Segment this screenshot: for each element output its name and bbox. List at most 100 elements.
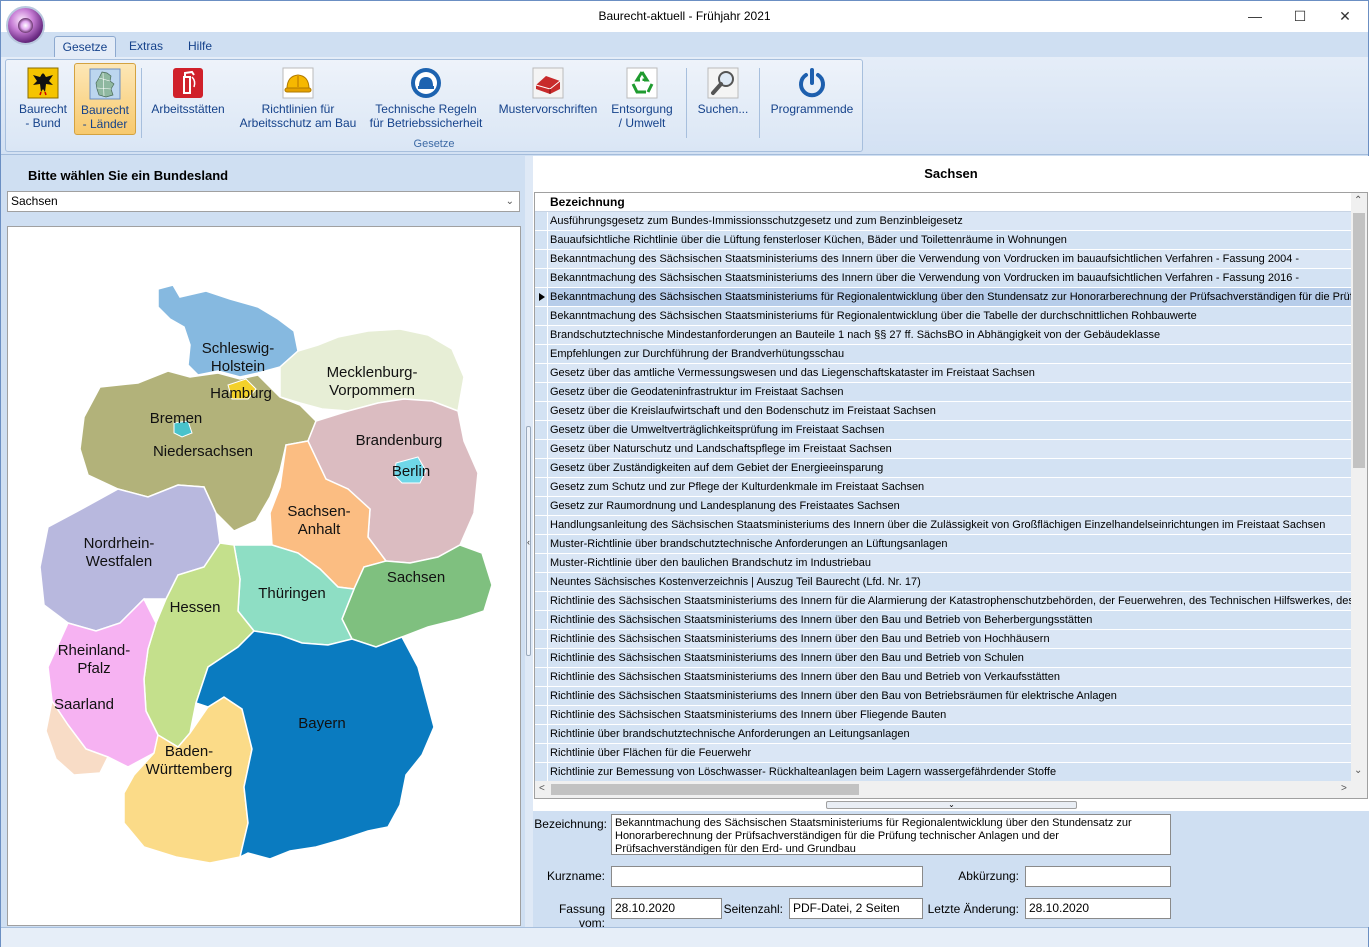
vertical-scrollbar[interactable]: ⌃ ⌄ xyxy=(1351,193,1367,781)
row-selector[interactable] xyxy=(535,212,548,230)
table-row[interactable]: Richtlinie des Sächsischen Staatsministe… xyxy=(535,592,1351,611)
row-selector[interactable] xyxy=(535,383,548,401)
row-selector[interactable] xyxy=(535,478,548,496)
table-row[interactable]: Gesetz zum Schutz und zur Pflege der Kul… xyxy=(535,478,1351,497)
table-row[interactable]: Neuntes Sächsisches Kostenverzeichnis | … xyxy=(535,573,1351,592)
row-selector[interactable] xyxy=(535,725,548,743)
table-row[interactable]: Richtlinie des Sächsischen Staatsministe… xyxy=(535,649,1351,668)
arbeitsstaetten-button[interactable]: Arbeitsstätten xyxy=(147,63,229,135)
table-row[interactable]: Richtlinie des Sächsischen Staatsministe… xyxy=(535,706,1351,725)
row-selector[interactable] xyxy=(535,250,548,268)
row-selector[interactable] xyxy=(535,687,548,705)
row-selector[interactable] xyxy=(535,231,548,249)
row-selector[interactable] xyxy=(535,668,548,686)
row-selector[interactable] xyxy=(535,402,548,420)
row-bezeichnung-cell: Richtlinie des Sächsischen Staatsministe… xyxy=(550,709,947,721)
scroll-up-icon[interactable]: ⌃ xyxy=(1354,195,1362,206)
row-selector[interactable] xyxy=(535,497,548,515)
maximize-icon[interactable]: ☐ xyxy=(1277,1,1323,32)
table-row[interactable]: Richtlinie zur Bemessung von Löschwasser… xyxy=(535,763,1351,781)
horizontal-scroll-thumb[interactable] xyxy=(551,784,859,795)
table-row[interactable]: Richtlinie über Flächen für die Feuerweh… xyxy=(535,744,1351,763)
table-row[interactable]: Gesetz zur Raumordnung und Landesplanung… xyxy=(535,497,1351,516)
column-header-bezeichnung[interactable]: Bezeichnung xyxy=(550,195,625,209)
row-pointer-icon[interactable] xyxy=(535,288,548,306)
entsorgung-button[interactable]: Entsorgung / Umwelt xyxy=(608,63,676,135)
table-row[interactable]: Ausführungsgesetz zum Bundes-Immissionss… xyxy=(535,212,1351,231)
table-row[interactable]: Gesetz über Zuständigkeiten auf dem Gebi… xyxy=(535,459,1351,478)
table-row[interactable]: Gesetz über die Umweltverträglichkeitspr… xyxy=(535,421,1351,440)
row-selector[interactable] xyxy=(535,269,548,287)
row-selector[interactable] xyxy=(535,459,548,477)
row-selector[interactable] xyxy=(535,592,548,610)
technische-regeln-button[interactable]: Technische Regeln für Betriebssicherheit xyxy=(366,63,486,135)
close-icon[interactable]: ✕ xyxy=(1322,1,1368,32)
row-selector[interactable] xyxy=(535,763,548,781)
fassung-field[interactable]: 28.10.2020 xyxy=(611,898,722,919)
collapse-left-icon[interactable]: ‹ xyxy=(526,426,531,656)
scroll-left-icon[interactable]: < xyxy=(539,783,545,794)
row-selector[interactable] xyxy=(535,345,548,363)
scroll-down-icon[interactable]: ⌄ xyxy=(1354,765,1362,776)
row-selector[interactable] xyxy=(535,307,548,325)
scroll-right-icon[interactable]: > xyxy=(1341,783,1347,794)
tab-gesetze[interactable]: Gesetze xyxy=(54,36,116,58)
table-row[interactable]: Bauaufsichtliche Richtlinie über die Lüf… xyxy=(535,231,1351,250)
table-row[interactable]: Handlungsanleitung des Sächsischen Staat… xyxy=(535,516,1351,535)
mustervorschriften-button[interactable]: Mustervorschriften xyxy=(494,63,602,135)
table-row[interactable]: Richtlinie des Sächsischen Staatsministe… xyxy=(535,668,1351,687)
table-row[interactable]: Bekanntmachung des Sächsischen Staatsmin… xyxy=(535,269,1351,288)
detail-splitter[interactable]: ⌄ xyxy=(826,801,1077,809)
panel-splitter[interactable]: ‹ xyxy=(525,156,533,927)
row-selector[interactable] xyxy=(535,611,548,629)
baurecht-laender-button[interactable]: Baurecht - Länder xyxy=(74,63,136,135)
table-row[interactable]: Bekanntmachung des Sächsischen Staatsmin… xyxy=(535,307,1351,326)
table-row[interactable]: Empfehlungen zur Durchführung der Brandv… xyxy=(535,345,1351,364)
row-selector[interactable] xyxy=(535,440,548,458)
table-row[interactable]: Richtlinie des Sächsischen Staatsministe… xyxy=(535,687,1351,706)
vertical-scroll-thumb[interactable] xyxy=(1353,213,1365,468)
row-selector[interactable] xyxy=(535,535,548,553)
kurzname-field[interactable] xyxy=(611,866,923,887)
arbeitsschutz-button[interactable]: Richtlinien für Arbeitsschutz am Bau xyxy=(236,63,360,135)
programmende-button[interactable]: Programmende xyxy=(766,63,858,135)
row-selector[interactable] xyxy=(535,326,548,344)
table-row[interactable]: Richtlinie des Sächsischen Staatsministe… xyxy=(535,611,1351,630)
table-row[interactable]: Richtlinie über brandschutztechnische An… xyxy=(535,725,1351,744)
suchen-button[interactable]: Suchen... xyxy=(693,63,753,135)
table-row[interactable]: Richtlinie des Sächsischen Staatsministe… xyxy=(535,630,1351,649)
row-selector[interactable] xyxy=(535,516,548,534)
ribbon-separator xyxy=(686,68,687,138)
row-selector[interactable] xyxy=(535,364,548,382)
tab-hilfe[interactable]: Hilfe xyxy=(177,36,223,58)
row-selector[interactable] xyxy=(535,630,548,648)
row-selector[interactable] xyxy=(535,573,548,591)
row-selector[interactable] xyxy=(535,744,548,762)
letzte-aenderung-field[interactable]: 28.10.2020 xyxy=(1025,898,1171,919)
tab-extras[interactable]: Extras xyxy=(123,36,169,58)
table-row[interactable]: Gesetz über die Geodateninfrastruktur im… xyxy=(535,383,1351,402)
table-row[interactable]: Gesetz über das amtliche Vermessungswese… xyxy=(535,364,1351,383)
baurecht-bund-button[interactable]: Baurecht - Bund xyxy=(12,63,74,135)
bezeichnung-field[interactable]: Bekanntmachung des Sächsischen Staatsmin… xyxy=(611,814,1171,855)
seitenzahl-field[interactable]: PDF-Datei, 2 Seiten xyxy=(789,898,923,919)
state-select-dropdown[interactable]: Sachsen ⌄ xyxy=(7,191,520,212)
row-selector[interactable] xyxy=(535,421,548,439)
table-row[interactable]: Bekanntmachung des Sächsischen Staatsmin… xyxy=(535,288,1351,307)
horizontal-scrollbar[interactable]: < > xyxy=(535,781,1367,798)
table-row[interactable]: Muster-Richtlinie über brandschutztechni… xyxy=(535,535,1351,554)
row-bezeichnung-cell: Richtlinie des Sächsischen Staatsministe… xyxy=(550,614,1093,626)
minimize-icon[interactable]: — xyxy=(1232,1,1278,32)
row-selector[interactable] xyxy=(535,706,548,724)
abkuerzung-label: Abkürzung: xyxy=(958,869,1019,883)
table-row[interactable]: Gesetz über Naturschutz und Landschaftsp… xyxy=(535,440,1351,459)
row-bezeichnung-cell: Bauaufsichtliche Richtlinie über die Lüf… xyxy=(550,234,1067,246)
table-row[interactable]: Brandschutztechnische Mindestanforderung… xyxy=(535,326,1351,345)
app-menu-button[interactable] xyxy=(6,6,45,45)
row-selector[interactable] xyxy=(535,554,548,572)
row-selector[interactable] xyxy=(535,649,548,667)
table-row[interactable]: Gesetz über die Kreislaufwirtschaft und … xyxy=(535,402,1351,421)
table-row[interactable]: Muster-Richtlinie über den baulichen Bra… xyxy=(535,554,1351,573)
abkuerzung-field[interactable] xyxy=(1025,866,1171,887)
table-row[interactable]: Bekanntmachung des Sächsischen Staatsmin… xyxy=(535,250,1351,269)
